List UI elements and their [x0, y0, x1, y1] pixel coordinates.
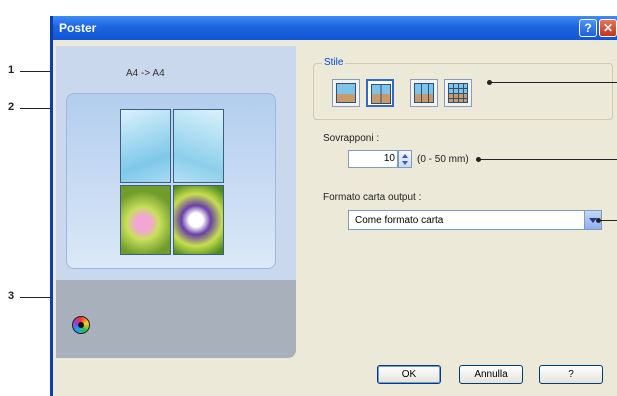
- overlap-input[interactable]: 10: [348, 150, 398, 168]
- style-2x2-icon: [371, 84, 391, 104]
- callout-line-overlap: [480, 159, 617, 160]
- style-4x4-icon: [448, 83, 468, 103]
- preview-tile-top-left: [120, 109, 171, 183]
- callout-number-2: 2: [8, 101, 15, 113]
- cancel-button[interactable]: Annulla: [459, 365, 523, 384]
- callout-line-stile: [490, 82, 617, 83]
- help-titlebar-button[interactable]: ?: [579, 19, 597, 37]
- callout-number-1: 1: [8, 64, 15, 76]
- spin-up-icon[interactable]: [402, 154, 408, 158]
- poster-preview: [66, 93, 276, 269]
- style-2x2-button[interactable]: [366, 79, 394, 107]
- preview-tile-bottom-left: [120, 185, 171, 255]
- style-1x1-button[interactable]: [332, 79, 360, 107]
- preview-tile-top-right: [173, 109, 224, 183]
- style-3x3-button[interactable]: [410, 79, 438, 107]
- poster-dialog: Poster ? ✕ A4 -> A4 Stile Sovrapponi : 1…: [50, 16, 617, 396]
- paper-format-label: Formato carta output :: [323, 192, 422, 203]
- style-1x1-icon: [336, 83, 356, 103]
- title-bar: Poster ? ✕: [53, 16, 617, 40]
- preview-pane: A4 -> A4: [56, 46, 296, 358]
- callout-number-3: 3: [8, 290, 15, 302]
- callout-line-paper: [600, 220, 617, 221]
- preview-tile-bottom-right: [173, 185, 224, 255]
- overlap-spinner[interactable]: [398, 150, 412, 168]
- style-4x4-button[interactable]: [444, 79, 472, 107]
- paper-format-value: Come formato carta: [355, 215, 444, 226]
- style-3x3-icon: [414, 83, 434, 103]
- ok-button[interactable]: OK: [377, 365, 441, 384]
- stile-group: Stile: [313, 57, 613, 120]
- window-title: Poster: [59, 21, 97, 35]
- close-button[interactable]: ✕: [599, 19, 617, 37]
- overlap-range-label: (0 - 50 mm): [417, 154, 469, 165]
- paper-format-select[interactable]: Come formato carta: [348, 210, 602, 230]
- stile-label: Stile: [322, 57, 346, 68]
- overlap-label: Sovrapponi :: [323, 133, 380, 144]
- page-size-label: A4 -> A4: [126, 68, 165, 79]
- color-settings-icon[interactable]: [72, 316, 90, 334]
- help-button[interactable]: ?: [539, 365, 603, 384]
- spin-down-icon[interactable]: [402, 161, 408, 165]
- color-area: [56, 280, 296, 358]
